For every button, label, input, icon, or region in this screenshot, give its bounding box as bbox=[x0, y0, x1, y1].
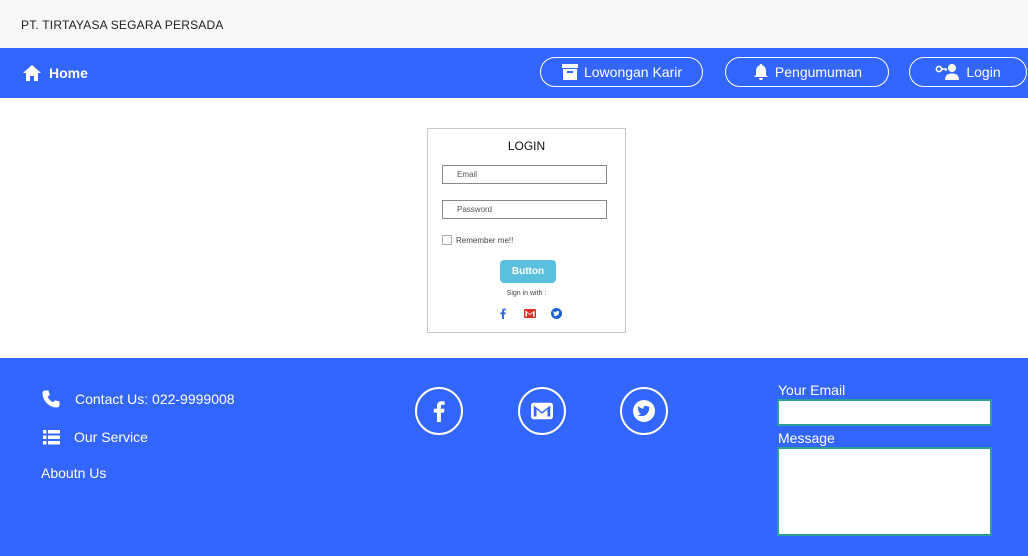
bell-icon bbox=[752, 63, 775, 81]
home-icon bbox=[22, 64, 49, 82]
archive-box-icon bbox=[561, 63, 584, 81]
list-icon bbox=[43, 429, 74, 445]
company-name: PT. TIRTAYASA SEGARA PERSADA bbox=[21, 18, 224, 32]
login-submit-button[interactable]: Button bbox=[500, 260, 556, 283]
sign-in-with-label: Sign in with : bbox=[506, 290, 547, 297]
top-bar: PT. TIRTAYASA SEGARA PERSADA bbox=[0, 0, 1028, 48]
user-key-icon bbox=[935, 63, 966, 81]
login-form: LOGIN Remember me!! Button Sign in with … bbox=[427, 128, 626, 333]
twitter-icon[interactable] bbox=[550, 307, 562, 319]
footer-gmail-icon[interactable] bbox=[518, 387, 566, 435]
login-title: LOGIN bbox=[507, 139, 546, 153]
nav-pengumuman-button[interactable]: Pengumuman bbox=[725, 57, 889, 87]
nav-home-label: Home bbox=[49, 65, 88, 81]
nav-home-link[interactable]: Home bbox=[22, 61, 88, 85]
your-email-label: Your Email bbox=[778, 382, 846, 398]
nav-login-button[interactable]: Login bbox=[909, 57, 1027, 87]
password-field[interactable] bbox=[442, 200, 607, 219]
phone-icon bbox=[41, 389, 75, 409]
facebook-icon[interactable] bbox=[497, 307, 509, 319]
remember-me-checkbox[interactable] bbox=[442, 235, 452, 245]
contact-row[interactable]: Contact Us: 022-9999008 bbox=[41, 389, 235, 409]
email-field[interactable] bbox=[442, 165, 607, 184]
navbar: Home Lowongan Karir Pengumuman Login bbox=[0, 48, 1028, 98]
nav-pengumuman-label: Pengumuman bbox=[774, 64, 863, 80]
remember-me-label: Remember me!! bbox=[456, 235, 514, 245]
our-service-row[interactable]: Our Service bbox=[43, 429, 148, 445]
contact-label: Contact Us: 022-9999008 bbox=[75, 391, 235, 407]
remember-me-row: Remember me!! bbox=[442, 235, 513, 245]
about-us-link[interactable]: Aboutn Us bbox=[41, 465, 106, 481]
footer-facebook-icon[interactable] bbox=[415, 387, 463, 435]
gmail-icon[interactable] bbox=[524, 307, 536, 319]
footer-twitter-icon[interactable] bbox=[620, 387, 668, 435]
message-label: Message bbox=[778, 430, 835, 446]
footer-email-input[interactable] bbox=[777, 399, 992, 426]
footer-message-textarea[interactable] bbox=[777, 447, 992, 536]
nav-lowongan-karir-button[interactable]: Lowongan Karir bbox=[540, 57, 703, 87]
nav-login-label: Login bbox=[966, 64, 1001, 80]
our-service-label: Our Service bbox=[74, 429, 148, 445]
nav-karir-label: Lowongan Karir bbox=[583, 64, 683, 80]
footer: Contact Us: 022-9999008 Our Service Abou… bbox=[0, 358, 1028, 556]
